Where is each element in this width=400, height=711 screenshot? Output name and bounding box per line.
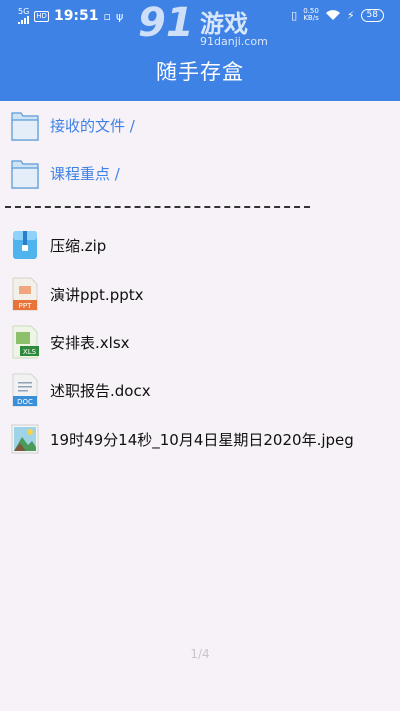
signal-icon: 5G (18, 8, 29, 24)
doc-file-icon: DOC (12, 373, 38, 407)
file-label: 安排表.xlsx (50, 333, 130, 352)
folder-label: 接收的文件 / (50, 116, 135, 135)
folder-label: 课程重点 / (50, 164, 120, 183)
file-item-pptx[interactable]: PPT 演讲ppt.pptx (0, 270, 400, 318)
file-label: 述职报告.docx (50, 381, 151, 400)
status-time: 19:51 (53, 8, 99, 24)
nfc-icon: ▫ (103, 9, 111, 23)
image-file-icon (11, 424, 39, 454)
status-right: ▯ 0.50 KB/s ⚡ 58 (291, 8, 384, 22)
watermark-name: 游戏 (200, 10, 248, 38)
xls-file-icon: XLS (12, 325, 39, 359)
file-item-docx[interactable]: DOC 述职报告.docx (0, 366, 400, 414)
xls-badge: XLS (23, 348, 37, 356)
zip-file-icon (13, 231, 37, 259)
watermark-url: 91danji.com (200, 35, 268, 48)
file-label: 19时49分14秒_10月4日星期日2020年.jpeg (50, 430, 354, 449)
page-indicator: 1/4 (190, 647, 210, 661)
app-header: 5G HD 19:51 ▫ ψ ▯ 0.50 KB/s ⚡ 58 91 游戏 9… (0, 0, 400, 101)
file-label: 压缩.zip (50, 236, 107, 255)
network-speed: 0.50 KB/s (303, 8, 319, 22)
ppt-file-icon: PPT (12, 277, 38, 311)
folder-icon (11, 160, 39, 189)
wifi-icon (325, 10, 340, 20)
doc-badge: DOC (17, 398, 33, 406)
hd-badge: HD (34, 10, 49, 22)
charging-icon: ⚡ (346, 8, 355, 22)
battery-icon: 58 (360, 8, 384, 22)
divider (5, 206, 310, 208)
network-type: 5G (18, 7, 30, 16)
watermark-logo: 91 游戏 91danji.com (138, 0, 268, 48)
watermark-number: 91 (138, 0, 194, 46)
page-title: 随手存盒 (156, 60, 244, 84)
folder-icon (11, 112, 39, 141)
file-item-xlsx[interactable]: XLS 安排表.xlsx (0, 318, 400, 366)
status-left: 5G HD 19:51 ▫ ψ (18, 8, 123, 24)
file-item-zip[interactable]: 压缩.zip (0, 221, 400, 269)
speed-unit: KB/s (303, 14, 319, 22)
file-item-jpeg[interactable]: 19时49分14秒_10月4日星期日2020年.jpeg (0, 415, 400, 463)
folder-item-received[interactable]: 接收的文件 / (0, 101, 400, 149)
folder-item-course[interactable]: 课程重点 / (0, 149, 400, 197)
file-label: 演讲ppt.pptx (50, 285, 144, 304)
usb-icon: ψ (116, 9, 124, 23)
ppt-badge: PPT (19, 302, 32, 310)
vibrate-icon: ▯ (291, 8, 298, 22)
